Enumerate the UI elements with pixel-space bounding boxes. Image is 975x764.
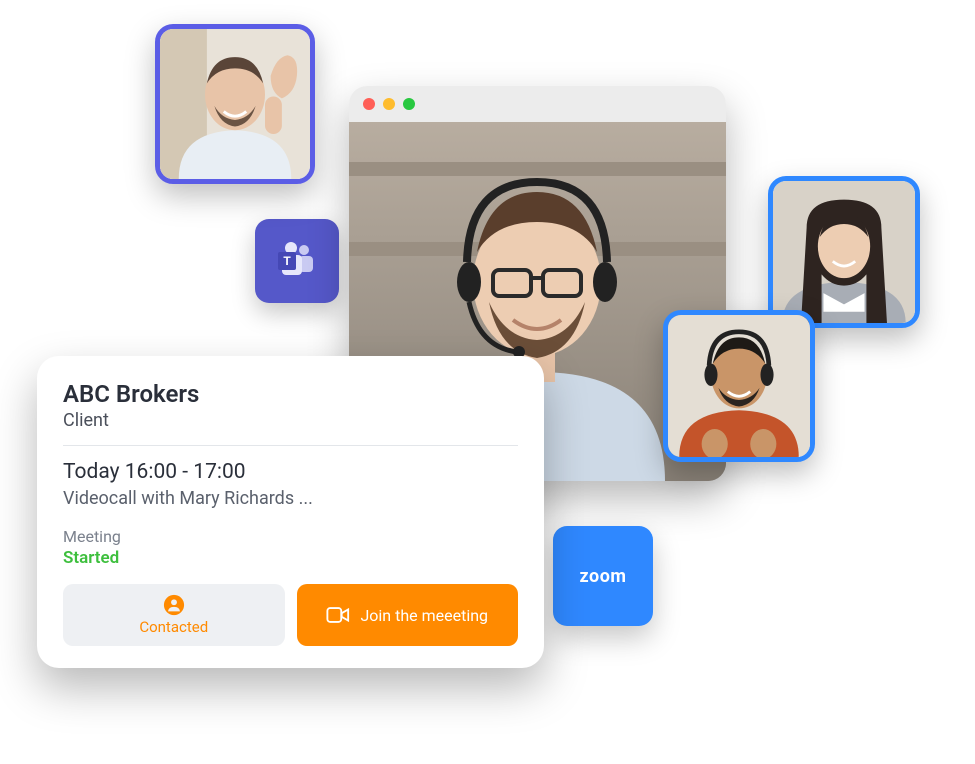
minimize-icon[interactable] [383, 98, 395, 110]
participant-avatar-1[interactable] [155, 24, 315, 184]
contacted-button[interactable]: Contacted [63, 584, 285, 646]
join-label: Join the meeeting [360, 606, 488, 625]
teams-app-tile[interactable]: T [255, 219, 339, 303]
svg-text:T: T [283, 254, 291, 268]
close-icon[interactable] [363, 98, 375, 110]
participant-avatar-2[interactable] [768, 176, 920, 328]
card-subtitle: Client [63, 410, 518, 431]
card-title: ABC Brokers [63, 380, 518, 408]
video-icon [326, 605, 350, 625]
meeting-description: Videocall with Mary Richards ... [63, 488, 518, 509]
join-meeting-button[interactable]: Join the meeeting [297, 584, 519, 646]
meeting-status: Started [63, 548, 518, 568]
zoom-label: zoom [580, 566, 627, 587]
meeting-card: ABC Brokers Client Today 16:00 - 17:00 V… [37, 356, 544, 668]
divider [63, 445, 518, 446]
maximize-icon[interactable] [403, 98, 415, 110]
teams-icon: T [274, 238, 320, 284]
meeting-label: Meeting [63, 527, 518, 546]
participant-avatar-3[interactable] [663, 310, 815, 462]
contacted-label: Contacted [139, 618, 208, 636]
window-titlebar [349, 86, 726, 122]
person-icon [163, 594, 185, 616]
zoom-app-tile[interactable]: zoom [553, 526, 653, 626]
meeting-time: Today 16:00 - 17:00 [63, 460, 518, 484]
